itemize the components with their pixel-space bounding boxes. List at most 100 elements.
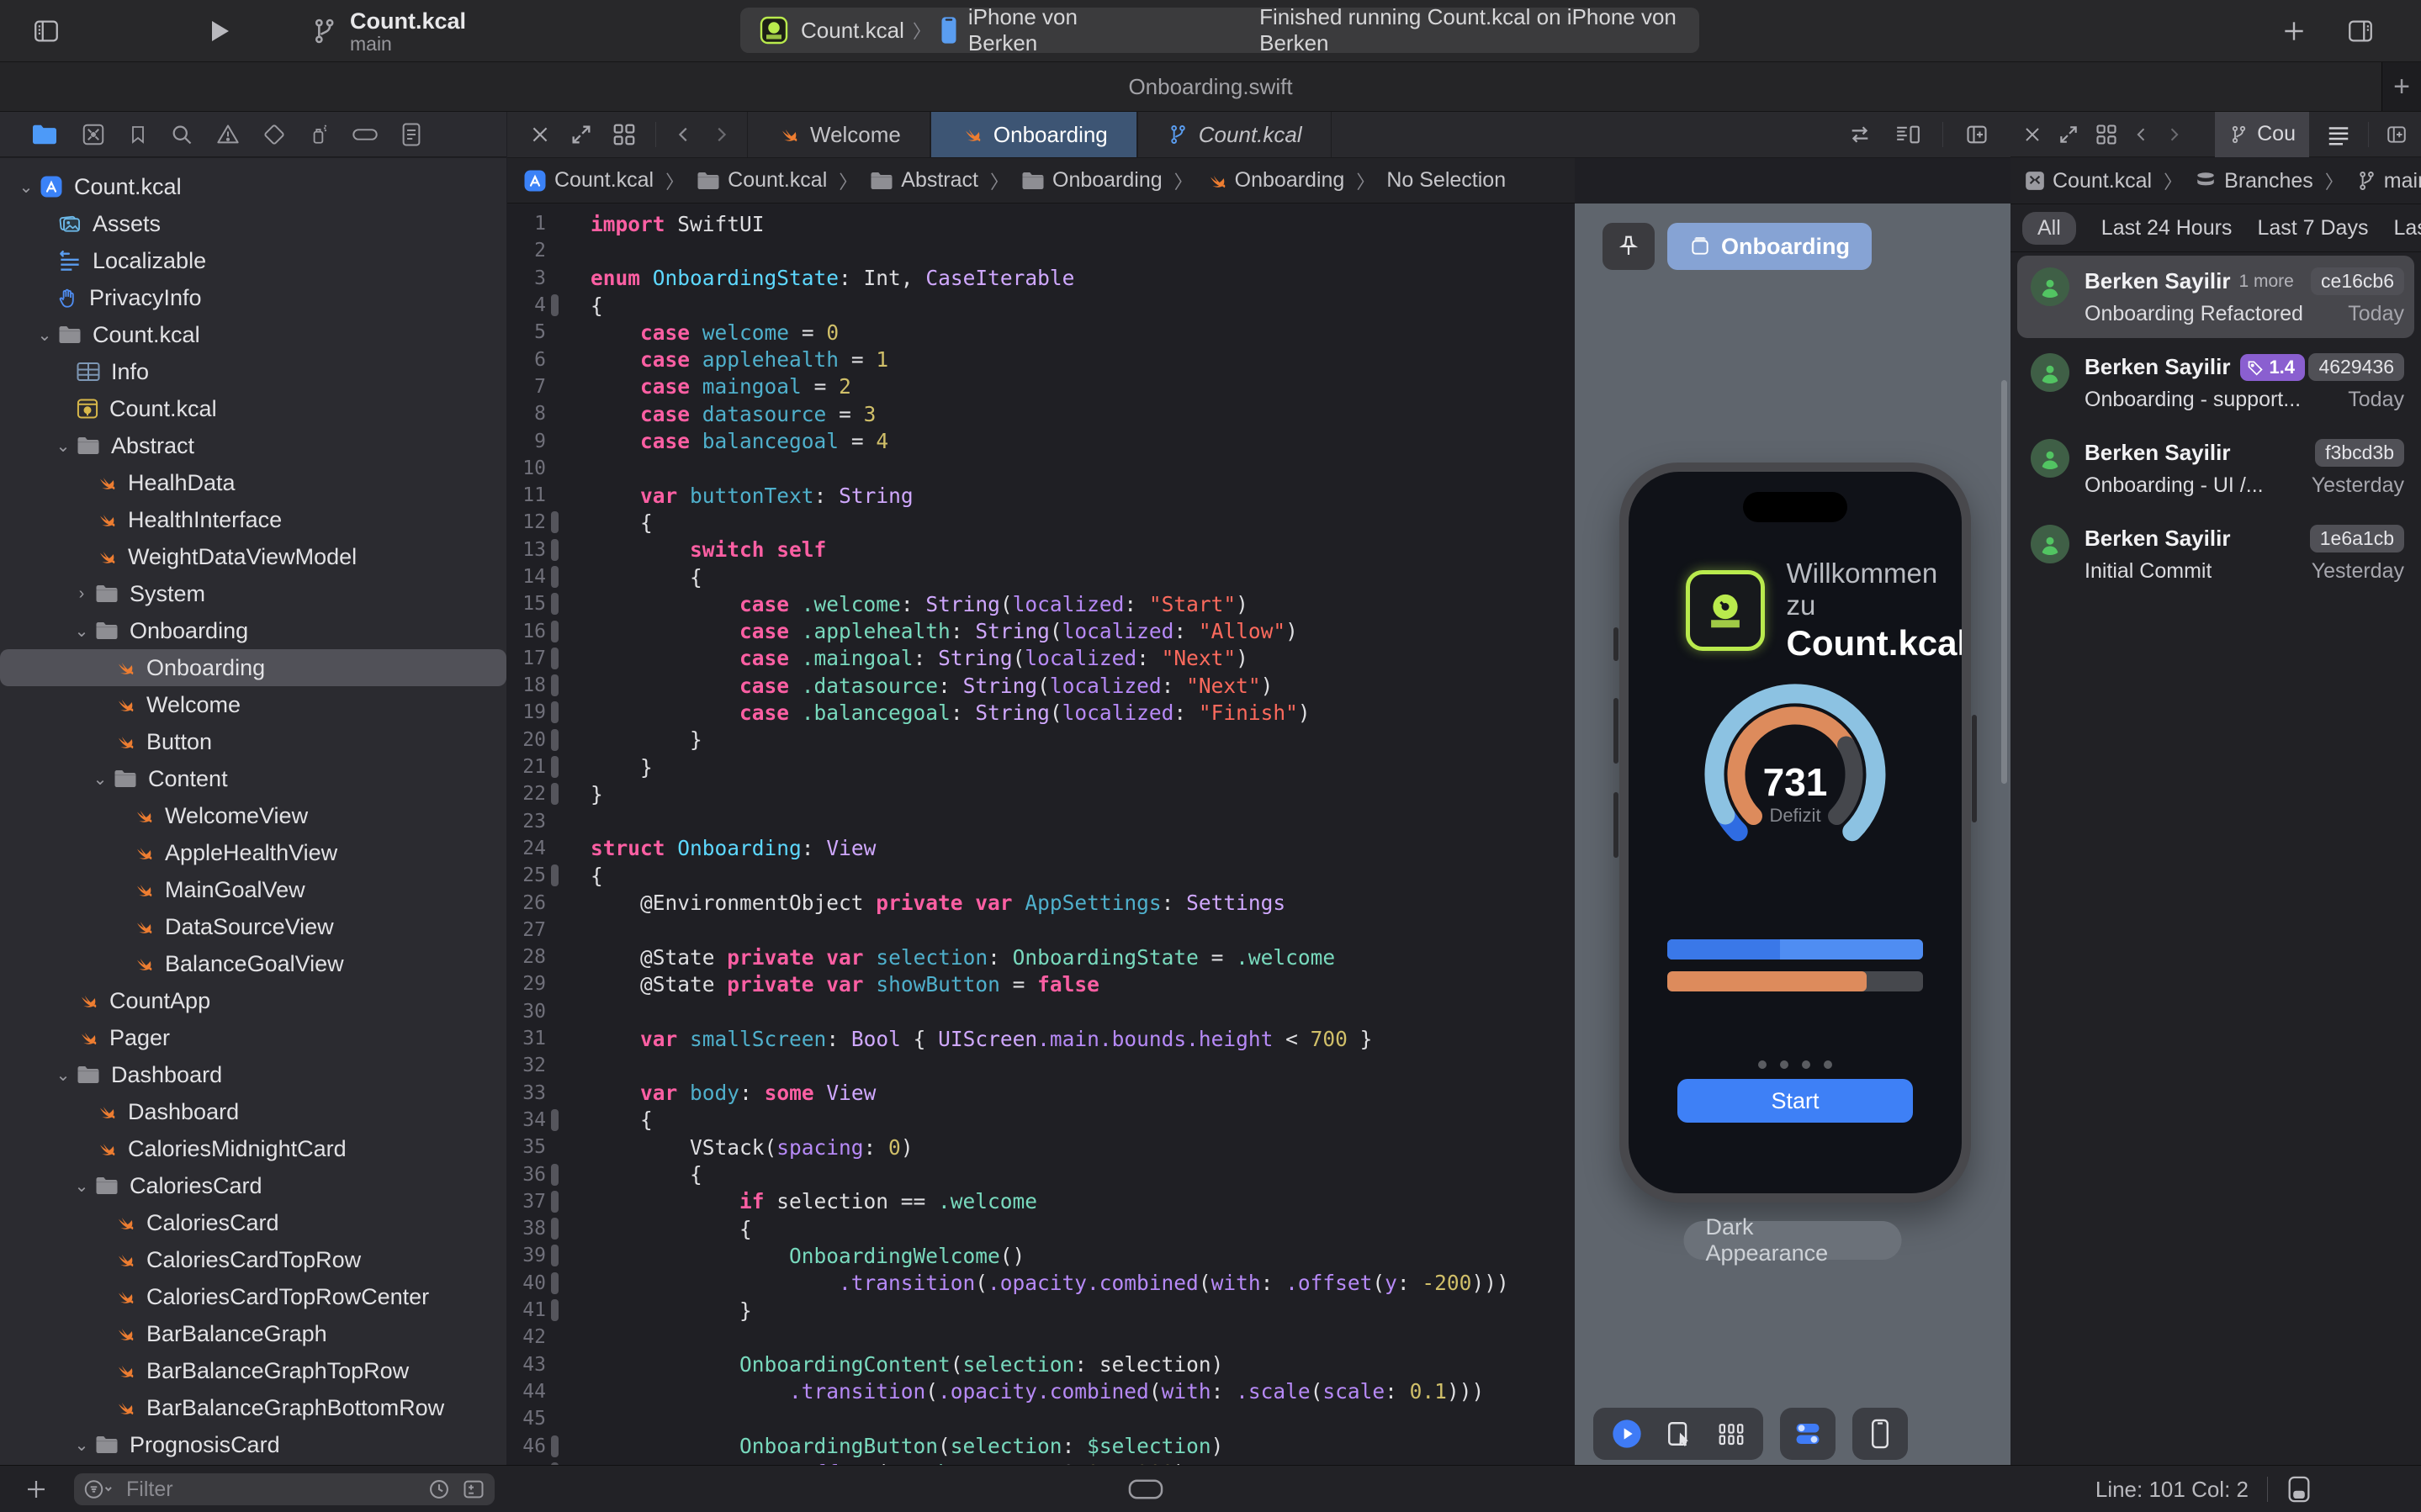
disclosure-open-icon[interactable]: ⌄ xyxy=(69,621,94,642)
disclosure-open-icon[interactable]: ⌄ xyxy=(69,1435,94,1456)
activity-status-pill[interactable]: Count.kcal 〉 iPhone von Berken Finished … xyxy=(740,8,1699,53)
disclosure-closed-icon[interactable]: › xyxy=(69,584,94,604)
add-editor-icon[interactable] xyxy=(1963,123,1990,146)
selectable-preview-icon[interactable] xyxy=(1666,1419,1694,1448)
tree-item-caloriescardtoprow[interactable]: CaloriesCardTopRow xyxy=(0,1241,506,1278)
disclosure-open-icon[interactable]: ⌄ xyxy=(50,1065,76,1086)
history-breadcrumb[interactable]: Count.kcal〉Branches〉main xyxy=(2010,158,2421,204)
history-breadcrumb-item[interactable]: main xyxy=(2355,169,2421,193)
tree-item-assets[interactable]: Assets xyxy=(0,205,506,242)
tree-item-privacyinfo[interactable]: PrivacyInfo xyxy=(0,279,506,316)
back-icon[interactable] xyxy=(675,122,693,147)
navigator-grid-x-icon[interactable] xyxy=(81,122,106,147)
device-status-icon[interactable] xyxy=(2286,1475,2312,1504)
forward-icon[interactable] xyxy=(712,122,730,147)
scheme-selector[interactable]: Count.kcal main xyxy=(350,8,466,54)
pin-preview-button[interactable] xyxy=(1603,223,1655,270)
navigator-filter-field[interactable]: Filter xyxy=(74,1473,495,1505)
run-button[interactable] xyxy=(205,17,232,45)
tree-item-onboarding[interactable]: Onboarding xyxy=(0,649,506,686)
navigator-bookmark-icon[interactable] xyxy=(128,122,148,147)
filter-menu-icon[interactable] xyxy=(82,1478,116,1500)
live-preview-icon[interactable] xyxy=(1610,1417,1644,1451)
breadcrumb-item[interactable]: Count.kcal xyxy=(696,168,827,193)
recent-files-clock-icon[interactable] xyxy=(427,1478,451,1501)
appearance-toggle[interactable]: Dark Appearance xyxy=(1684,1221,1902,1260)
tree-item-localizable[interactable]: Localizable xyxy=(0,242,506,279)
commit-row[interactable]: Berken Sayilir1 morece16cb6Onboarding Re… xyxy=(2017,256,2414,338)
history-tab[interactable]: Cou xyxy=(2215,112,2309,157)
breadcrumb-item[interactable]: Onboarding xyxy=(1205,168,1345,193)
navigator-diamond-icon[interactable] xyxy=(262,123,286,146)
navigator-capsule-icon[interactable] xyxy=(352,124,379,145)
assistant-forward-icon[interactable] xyxy=(2165,123,2182,146)
add-tab-button[interactable]: + xyxy=(2381,62,2421,111)
history-filter-all[interactable]: All xyxy=(2022,212,2076,245)
tree-item-caloriescard[interactable]: ⌄CaloriesCard xyxy=(0,1167,506,1204)
fullscreen-editor-icon[interactable] xyxy=(569,123,593,146)
tree-item-barbalancegraphbottomrow[interactable]: BarBalanceGraphBottomRow xyxy=(0,1389,506,1426)
tree-item-info[interactable]: Info xyxy=(0,353,506,390)
tree-item-weightdataviewmodel[interactable]: WeightDataViewModel xyxy=(0,538,506,575)
history-breadcrumb-item[interactable]: Count.kcal xyxy=(2024,169,2152,193)
fullscreen-assistant-icon[interactable] xyxy=(2058,124,2079,145)
add-toolbar-icon[interactable] xyxy=(2281,18,2307,45)
add-file-button[interactable] xyxy=(24,1477,49,1502)
tree-item-welcome[interactable]: Welcome xyxy=(0,686,506,723)
editor-tab-welcome[interactable]: Welcome xyxy=(747,112,930,157)
commit-row[interactable]: Berken Sayilir1e6a1cbInitial CommitYeste… xyxy=(2017,513,2414,595)
start-button[interactable]: Start xyxy=(1677,1079,1913,1123)
project-navigator-icon[interactable] xyxy=(30,123,59,146)
disclosure-open-icon[interactable]: ⌄ xyxy=(87,769,113,790)
add-assistant-editor-icon[interactable] xyxy=(2384,124,2409,145)
breadcrumb-item[interactable]: No Selection xyxy=(1386,168,1506,193)
tree-item-prognosiscard[interactable]: ⌄PrognosisCard xyxy=(0,1426,506,1463)
editor-layout-icon[interactable] xyxy=(612,122,637,147)
navigator-doclines-icon[interactable] xyxy=(400,122,422,147)
assistant-layout-icon[interactable] xyxy=(2095,123,2118,146)
breadcrumb-item[interactable]: Abstract xyxy=(869,168,978,193)
tree-item-maingoalvew[interactable]: MainGoalVew xyxy=(0,871,506,908)
tree-item-onboarding[interactable]: ⌄Onboarding xyxy=(0,612,506,649)
disclosure-open-icon[interactable]: ⌄ xyxy=(32,325,57,346)
tree-item-caloriescardtoprowcenter[interactable]: CaloriesCardTopRowCenter xyxy=(0,1278,506,1315)
tree-item-welcomeview[interactable]: WelcomeView xyxy=(0,797,506,834)
tree-item-dashboard[interactable]: ⌄Dashboard xyxy=(0,1056,506,1093)
preview-scrollbar[interactable] xyxy=(2001,380,2007,784)
navigator-magnifier-icon[interactable] xyxy=(170,123,193,146)
tree-item-countapp[interactable]: CountApp xyxy=(0,982,506,1019)
history-filter-last-24-hours[interactable]: Last 24 Hours xyxy=(2101,216,2233,241)
assistant-back-icon[interactable] xyxy=(2133,123,2150,146)
commit-row[interactable]: Berken Sayilirf3bcd3bOnboarding - UI /..… xyxy=(2017,427,2414,510)
tree-item-pager[interactable]: Pager xyxy=(0,1019,506,1056)
navigator-spray-icon[interactable] xyxy=(308,122,330,147)
tree-item-dashboard[interactable]: Dashboard xyxy=(0,1093,506,1130)
editor-tab-onboarding[interactable]: Onboarding xyxy=(930,112,1137,157)
toggle-navigator-icon[interactable] xyxy=(30,17,62,45)
tree-item-count.kcal[interactable]: Count.kcal xyxy=(0,390,506,427)
disclosure-open-icon[interactable]: ⌄ xyxy=(50,436,76,457)
tree-item-button[interactable]: Button xyxy=(0,723,506,760)
editor-options-icon[interactable] xyxy=(1127,1477,1164,1502)
history-breadcrumb-item[interactable]: Branches xyxy=(2194,169,2313,193)
toggle-inspector-icon[interactable] xyxy=(2344,17,2377,45)
close-assistant-icon[interactable] xyxy=(2022,124,2042,145)
variants-grid-icon[interactable] xyxy=(1716,1420,1746,1447)
tree-item-balancegoalview[interactable]: BalanceGoalView xyxy=(0,945,506,982)
device-settings-button[interactable] xyxy=(1780,1408,1836,1460)
tree-item-count.kcal[interactable]: ⌄Count.kcal xyxy=(0,168,506,205)
list-view-icon[interactable] xyxy=(2324,122,2353,147)
source-control-filter-icon[interactable] xyxy=(461,1478,486,1501)
breadcrumb-item[interactable]: Onboarding xyxy=(1020,168,1163,193)
tree-item-count.kcal[interactable]: ⌄Count.kcal xyxy=(0,316,506,353)
minimap-icon[interactable] xyxy=(1894,123,1922,146)
tree-item-datasourceview[interactable]: DataSourceView xyxy=(0,908,506,945)
source-editor[interactable]: 1import SwiftUI23enum OnboardingState: I… xyxy=(507,204,1575,1465)
device-bezels-button[interactable] xyxy=(1852,1408,1908,1460)
disclosure-open-icon[interactable]: ⌄ xyxy=(69,1176,94,1197)
breadcrumb-item[interactable]: Count.kcal xyxy=(522,168,654,193)
tree-item-barbalancegraph[interactable]: BarBalanceGraph xyxy=(0,1315,506,1352)
tree-item-caloriescard[interactable]: CaloriesCard xyxy=(0,1204,506,1241)
editor-tab-count.kcal[interactable]: Count.kcal xyxy=(1137,112,1332,157)
swap-editor-icon[interactable] xyxy=(1846,123,1873,146)
